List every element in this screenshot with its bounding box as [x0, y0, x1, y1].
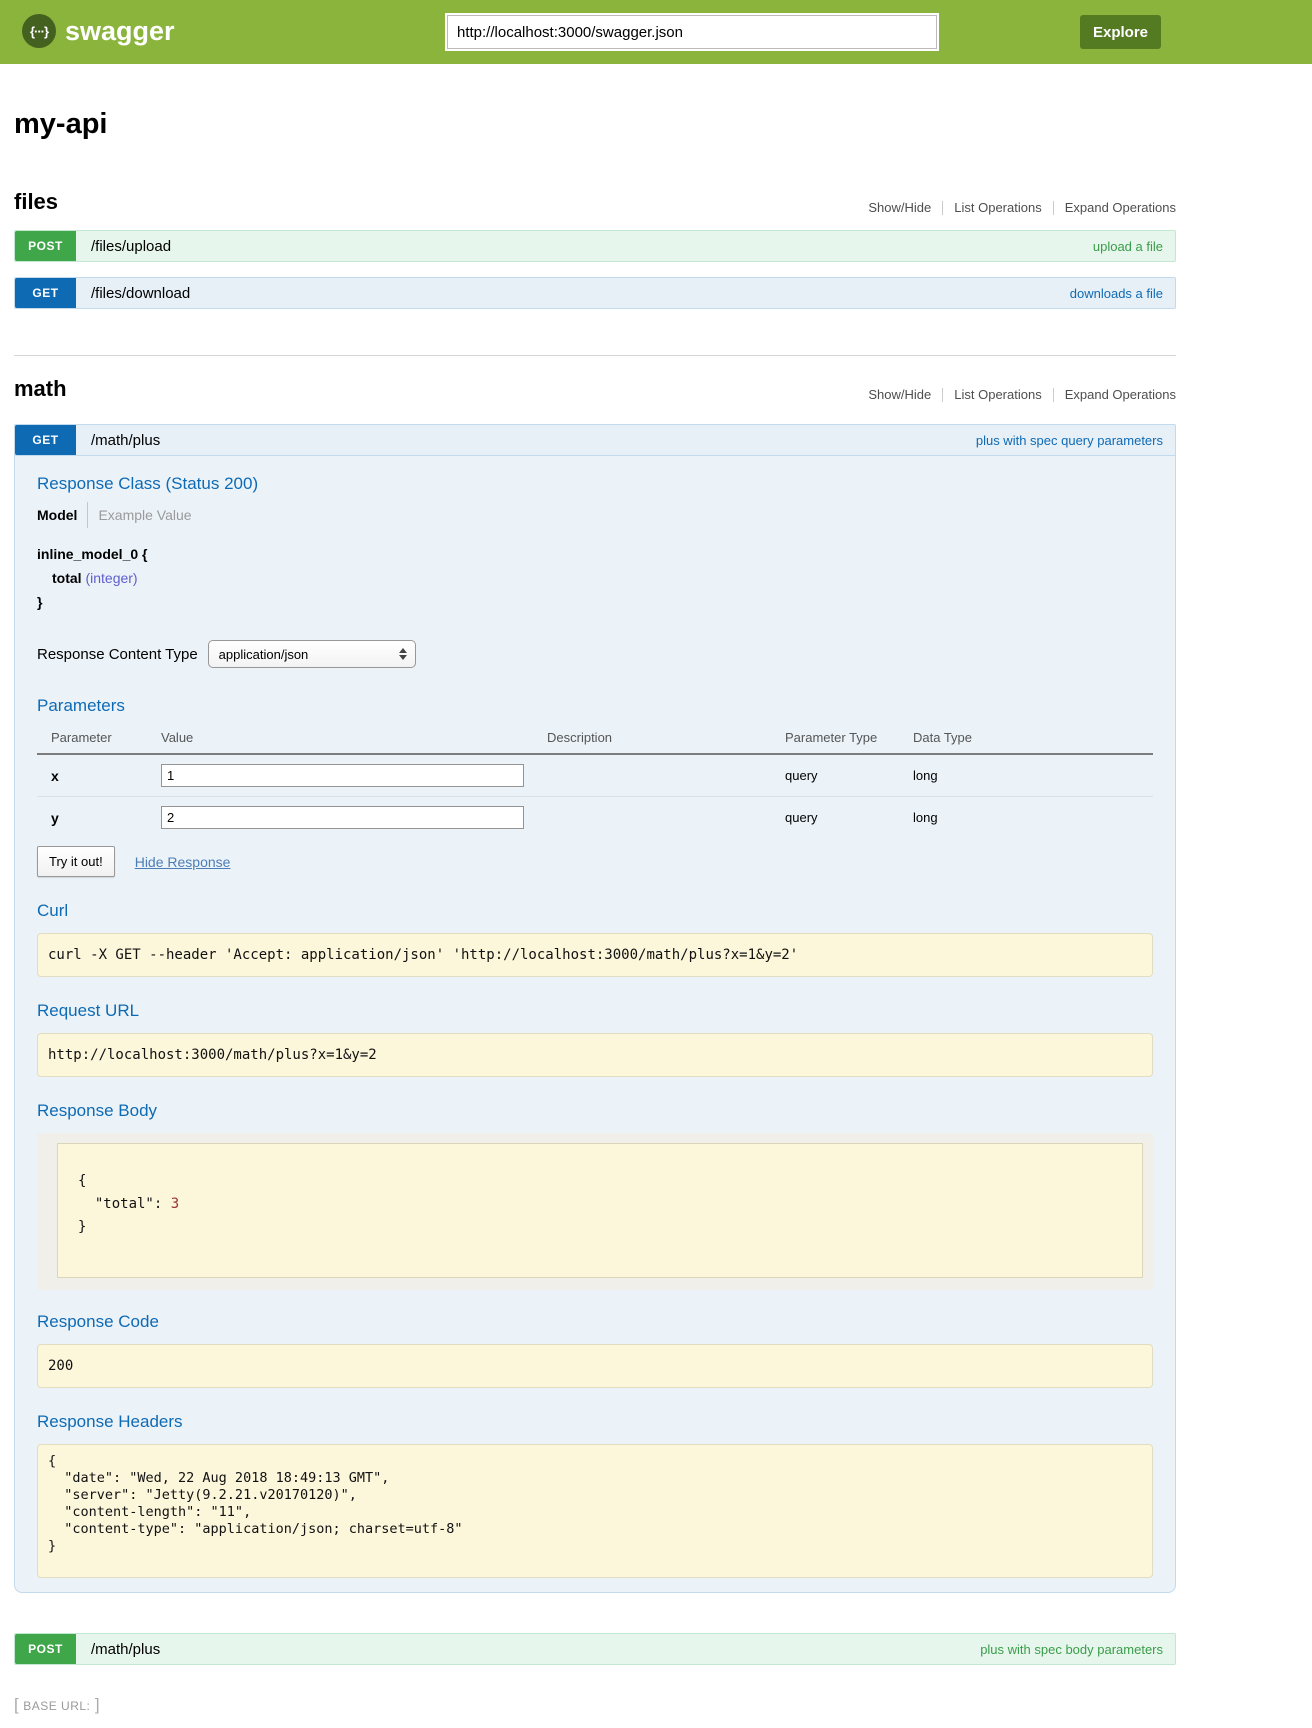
files-section: files Show/Hide List Operations Expand O… [14, 189, 1176, 309]
param-x-input[interactable] [161, 764, 524, 787]
param-type: query [785, 797, 913, 839]
math-section-controls: Show/Hide List Operations Expand Operati… [868, 387, 1176, 402]
explore-button[interactable]: Explore [1080, 15, 1161, 49]
request-url-block: http://localhost:3000/math/plus?x=1&y=2 [37, 1033, 1153, 1077]
model-prop-name: total [52, 570, 82, 586]
model-close-brace: } [37, 590, 1153, 614]
parameters-table: Parameter Value Description Parameter Ty… [37, 726, 1153, 838]
response-body-block: { "total": 3 } [57, 1143, 1143, 1278]
param-type: query [785, 754, 913, 797]
main-content: my-api files Show/Hide List Operations E… [14, 108, 1176, 1665]
method-badge-post: POST [15, 231, 76, 261]
endpoint-summary: downloads a file [1070, 286, 1163, 301]
swagger-logo-icon: {···} [22, 14, 56, 48]
method-badge-post: POST [15, 1634, 76, 1664]
param-name: x [37, 754, 161, 797]
curl-heading: Curl [37, 901, 1153, 921]
operation-get-math-plus: GET /math/plus plus with spec query para… [14, 424, 1176, 1593]
endpoint-row-math-plus-get[interactable]: GET /math/plus plus with spec query para… [14, 424, 1176, 456]
operation-content: Response Class (Status 200) Model Exampl… [14, 456, 1176, 1593]
tab-example-value[interactable]: Example Value [98, 507, 191, 523]
list-operations-link[interactable]: List Operations [954, 387, 1041, 402]
section-title-files[interactable]: files [14, 189, 58, 215]
divider [87, 502, 88, 528]
files-section-controls: Show/Hide List Operations Expand Operati… [868, 200, 1176, 215]
list-operations-link[interactable]: List Operations [954, 200, 1041, 215]
resource-divider [14, 355, 1176, 356]
show-hide-link[interactable]: Show/Hide [868, 387, 931, 402]
col-header-parameter: Parameter [37, 726, 161, 754]
divider [1053, 388, 1054, 402]
base-url-footer: [ BASE URL: ] [14, 1695, 1312, 1715]
endpoint-summary: upload a file [1093, 239, 1163, 254]
param-description [547, 754, 785, 797]
param-description [547, 797, 785, 839]
select-arrows-icon [399, 648, 407, 660]
endpoint-path[interactable]: /files/download [91, 285, 190, 302]
base-url-label: BASE URL: [23, 1699, 90, 1713]
endpoint-path[interactable]: /math/plus [91, 432, 160, 449]
response-content-type-select[interactable]: application/json [208, 640, 416, 668]
endpoint-row-math-plus-post[interactable]: POST /math/plus plus with spec body para… [14, 1633, 1176, 1665]
request-url-heading: Request URL [37, 1001, 1153, 1021]
json-text: } [78, 1219, 86, 1235]
divider [942, 201, 943, 215]
parameters-heading: Parameters [37, 696, 1153, 716]
brand-name: swagger [65, 16, 175, 47]
method-badge-get: GET [15, 278, 76, 308]
try-it-out-button[interactable]: Try it out! [37, 846, 115, 877]
param-row-y: y query long [37, 797, 1153, 839]
col-header-data-type: Data Type [913, 726, 1153, 754]
endpoint-path[interactable]: /math/plus [91, 1641, 160, 1658]
bracket: [ [14, 1695, 19, 1714]
response-headers-heading: Response Headers [37, 1412, 1153, 1432]
expand-operations-link[interactable]: Expand Operations [1065, 387, 1176, 402]
col-header-value: Value [161, 726, 547, 754]
response-code-heading: Response Code [37, 1312, 1153, 1332]
curl-command-block: curl -X GET --header 'Accept: applicatio… [37, 933, 1153, 977]
model-name: inline_model_0 { [37, 542, 1153, 566]
bracket: ] [95, 1695, 100, 1714]
swagger-brand[interactable]: {···} swagger [22, 14, 175, 48]
divider [1053, 201, 1054, 215]
show-hide-link[interactable]: Show/Hide [868, 200, 931, 215]
response-code-block: 200 [37, 1344, 1153, 1388]
param-y-input[interactable] [161, 806, 524, 829]
expand-operations-link[interactable]: Expand Operations [1065, 200, 1176, 215]
response-content-type-row: Response Content Type application/json [37, 640, 1153, 668]
param-data-type: long [913, 754, 1153, 797]
hide-response-link[interactable]: Hide Response [135, 854, 231, 870]
endpoint-row-files-upload[interactable]: POST /files/upload upload a file [14, 230, 1176, 262]
json-number: 3 [171, 1196, 179, 1212]
math-section: math Show/Hide List Operations Expand Op… [14, 376, 1176, 1665]
endpoint-summary: plus with spec body parameters [980, 1642, 1163, 1657]
model-tabs: Model Example Value [37, 502, 1153, 528]
response-class-heading: Response Class (Status 200) [37, 474, 1153, 494]
response-body-wrapper: { "total": 3 } [37, 1133, 1153, 1290]
endpoint-path[interactable]: /files/upload [91, 238, 171, 255]
selected-option: application/json [219, 647, 309, 662]
tab-model[interactable]: Model [37, 507, 77, 523]
endpoint-row-files-download[interactable]: GET /files/download downloads a file [14, 277, 1176, 309]
page-title: my-api [14, 108, 1176, 141]
method-badge-get: GET [15, 425, 76, 455]
response-content-type-label: Response Content Type [37, 646, 198, 663]
json-text: { "total": [78, 1173, 171, 1212]
model-signature: inline_model_0 { total (integer) } [37, 542, 1153, 614]
param-name: y [37, 797, 161, 839]
section-title-math[interactable]: math [14, 376, 67, 402]
response-headers-block: { "date": "Wed, 22 Aug 2018 18:49:13 GMT… [37, 1444, 1153, 1578]
col-header-description: Description [547, 726, 785, 754]
header-bar: {···} swagger Explore [0, 0, 1312, 64]
col-header-parameter-type: Parameter Type [785, 726, 913, 754]
spec-url-input[interactable] [447, 15, 937, 49]
response-body-heading: Response Body [37, 1101, 1153, 1121]
divider [942, 388, 943, 402]
endpoint-summary: plus with spec query parameters [976, 433, 1163, 448]
model-prop-type: (integer) [85, 570, 137, 586]
param-data-type: long [913, 797, 1153, 839]
param-row-x: x query long [37, 754, 1153, 797]
